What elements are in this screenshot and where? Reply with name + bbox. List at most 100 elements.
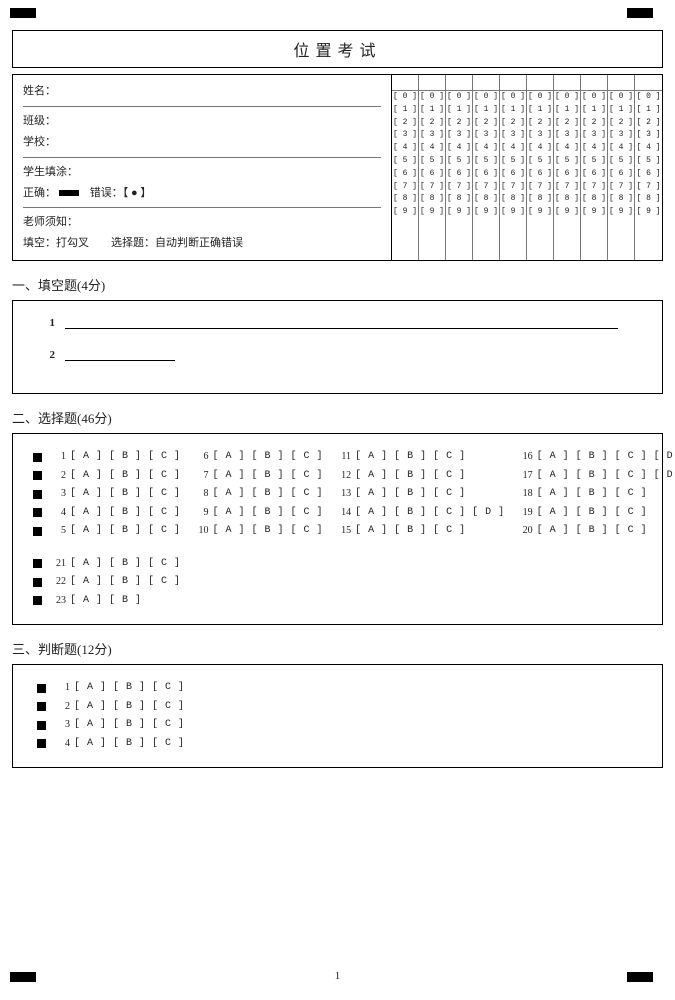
id-bubble[interactable]: [ 1 ] [419, 104, 445, 117]
id-bubble[interactable]: [ 8 ] [581, 193, 607, 206]
id-column-header[interactable] [473, 75, 499, 91]
id-bubble[interactable]: [ 5 ] [446, 155, 472, 168]
id-bubble[interactable]: [ 3 ] [392, 129, 418, 142]
id-bubble[interactable]: [ 6 ] [473, 168, 499, 181]
option-bubbles[interactable]: [ A ] [ B ] [ C ] [213, 522, 324, 541]
id-bubble[interactable]: [ 1 ] [554, 104, 580, 117]
id-bubble[interactable]: [ 6 ] [581, 168, 607, 181]
id-bubble[interactable]: [ 7 ] [554, 181, 580, 194]
option-bubbles[interactable]: [ A ] [ B ] [ C ] [537, 522, 648, 541]
id-bubble[interactable]: [ 1 ] [635, 104, 662, 117]
option-bubbles[interactable]: [ A ] [ B ] [ C ] [70, 485, 181, 504]
id-bubble[interactable]: [ 8 ] [635, 193, 662, 206]
id-bubble[interactable]: [ 2 ] [392, 117, 418, 130]
id-bubble[interactable]: [ 0 ] [581, 91, 607, 104]
id-bubble[interactable]: [ 8 ] [608, 193, 634, 206]
id-bubble[interactable]: [ 1 ] [473, 104, 499, 117]
id-bubble[interactable]: [ 1 ] [581, 104, 607, 117]
option-bubbles[interactable]: [ A ] [ B ] [ C ] [70, 555, 181, 574]
option-bubbles[interactable]: [ A ] [ B ] [ C ] [70, 448, 181, 467]
id-bubble[interactable]: [ 0 ] [473, 91, 499, 104]
id-bubble[interactable]: [ 4 ] [446, 142, 472, 155]
id-bubble[interactable]: [ 7 ] [473, 181, 499, 194]
id-bubble[interactable]: [ 6 ] [608, 168, 634, 181]
id-bubble[interactable]: [ 3 ] [527, 129, 553, 142]
option-bubbles[interactable]: [ A ] [ B ] [ C ] [70, 573, 181, 592]
option-bubbles[interactable]: [ A ] [ B ] [ C ] [537, 504, 648, 523]
option-bubbles[interactable]: [ A ] [ B ] [ C ] [355, 448, 466, 467]
id-bubble[interactable]: [ 4 ] [527, 142, 553, 155]
id-bubble[interactable]: [ 4 ] [554, 142, 580, 155]
id-bubble[interactable]: [ 5 ] [635, 155, 662, 168]
id-bubble[interactable]: [ 3 ] [446, 129, 472, 142]
option-bubbles[interactable]: [ A ] [ B ] [ C ] [213, 467, 324, 486]
option-bubbles[interactable]: [ A ] [ B ] [ C ] [355, 467, 466, 486]
id-column-header[interactable] [446, 75, 472, 91]
id-bubble[interactable]: [ 4 ] [473, 142, 499, 155]
id-column-header[interactable] [554, 75, 580, 91]
id-bubble[interactable]: [ 2 ] [500, 117, 526, 130]
id-bubble[interactable]: [ 1 ] [392, 104, 418, 117]
id-bubble[interactable]: [ 6 ] [419, 168, 445, 181]
id-bubble[interactable]: [ 7 ] [581, 181, 607, 194]
id-column-header[interactable] [635, 75, 662, 91]
id-bubble[interactable]: [ 9 ] [392, 206, 418, 219]
id-column-header[interactable] [608, 75, 634, 91]
id-bubble[interactable]: [ 6 ] [527, 168, 553, 181]
id-bubble[interactable]: [ 0 ] [635, 91, 662, 104]
id-bubble[interactable]: [ 9 ] [419, 206, 445, 219]
id-bubble[interactable]: [ 8 ] [419, 193, 445, 206]
id-bubble[interactable]: [ 0 ] [392, 91, 418, 104]
id-bubble[interactable]: [ 6 ] [392, 168, 418, 181]
id-bubble[interactable]: [ 8 ] [473, 193, 499, 206]
id-bubble[interactable]: [ 4 ] [581, 142, 607, 155]
id-bubble[interactable]: [ 0 ] [554, 91, 580, 104]
id-bubble[interactable]: [ 2 ] [581, 117, 607, 130]
option-bubbles[interactable]: [ A ] [ B ] [ C ] [213, 448, 324, 467]
id-bubble[interactable]: [ 1 ] [500, 104, 526, 117]
id-bubble[interactable]: [ 4 ] [500, 142, 526, 155]
id-bubble[interactable]: [ 8 ] [446, 193, 472, 206]
id-bubble[interactable]: [ 2 ] [446, 117, 472, 130]
id-bubble[interactable]: [ 1 ] [527, 104, 553, 117]
id-bubble[interactable]: [ 0 ] [608, 91, 634, 104]
id-bubble[interactable]: [ 0 ] [419, 91, 445, 104]
id-bubble[interactable]: [ 5 ] [554, 155, 580, 168]
option-bubbles[interactable]: [ A ] [ B ] [70, 592, 142, 611]
id-bubble[interactable]: [ 1 ] [608, 104, 634, 117]
id-bubble[interactable]: [ 3 ] [581, 129, 607, 142]
id-bubble[interactable]: [ 9 ] [473, 206, 499, 219]
id-bubble[interactable]: [ 3 ] [419, 129, 445, 142]
id-bubble[interactable]: [ 5 ] [473, 155, 499, 168]
option-bubbles[interactable]: [ A ] [ B ] [ C ] [355, 485, 466, 504]
option-bubbles[interactable]: [ A ] [ B ] [ C ] [213, 504, 324, 523]
id-bubble[interactable]: [ 6 ] [446, 168, 472, 181]
option-bubbles[interactable]: [ A ] [ B ] [ C ] [74, 698, 185, 717]
id-bubble[interactable]: [ 3 ] [554, 129, 580, 142]
id-bubble[interactable]: [ 9 ] [581, 206, 607, 219]
id-bubble[interactable]: [ 8 ] [500, 193, 526, 206]
id-bubble[interactable]: [ 5 ] [581, 155, 607, 168]
option-bubbles[interactable]: [ A ] [ B ] [ C ] [74, 716, 185, 735]
id-bubble[interactable]: [ 3 ] [500, 129, 526, 142]
id-column-header[interactable] [527, 75, 553, 91]
id-column-header[interactable] [419, 75, 445, 91]
id-bubble[interactable]: [ 0 ] [446, 91, 472, 104]
id-bubble[interactable]: [ 6 ] [554, 168, 580, 181]
id-bubble[interactable]: [ 9 ] [554, 206, 580, 219]
option-bubbles[interactable]: [ A ] [ B ] [ C ] [537, 485, 648, 504]
id-bubble[interactable]: [ 8 ] [527, 193, 553, 206]
id-bubble[interactable]: [ 5 ] [608, 155, 634, 168]
option-bubbles[interactable]: [ A ] [ B ] [ C ] [ D ] [537, 448, 675, 467]
option-bubbles[interactable]: [ A ] [ B ] [ C ] [70, 522, 181, 541]
id-column-header[interactable] [392, 75, 418, 91]
id-bubble[interactable]: [ 2 ] [473, 117, 499, 130]
id-bubble[interactable]: [ 3 ] [473, 129, 499, 142]
id-bubble[interactable]: [ 7 ] [635, 181, 662, 194]
option-bubbles[interactable]: [ A ] [ B ] [ C ] [ D ] [537, 467, 675, 486]
fill-q1-blank[interactable] [65, 315, 618, 329]
fill-q2-blank[interactable] [65, 347, 175, 361]
id-bubble[interactable]: [ 7 ] [392, 181, 418, 194]
id-bubble[interactable]: [ 2 ] [635, 117, 662, 130]
id-bubble[interactable]: [ 5 ] [527, 155, 553, 168]
